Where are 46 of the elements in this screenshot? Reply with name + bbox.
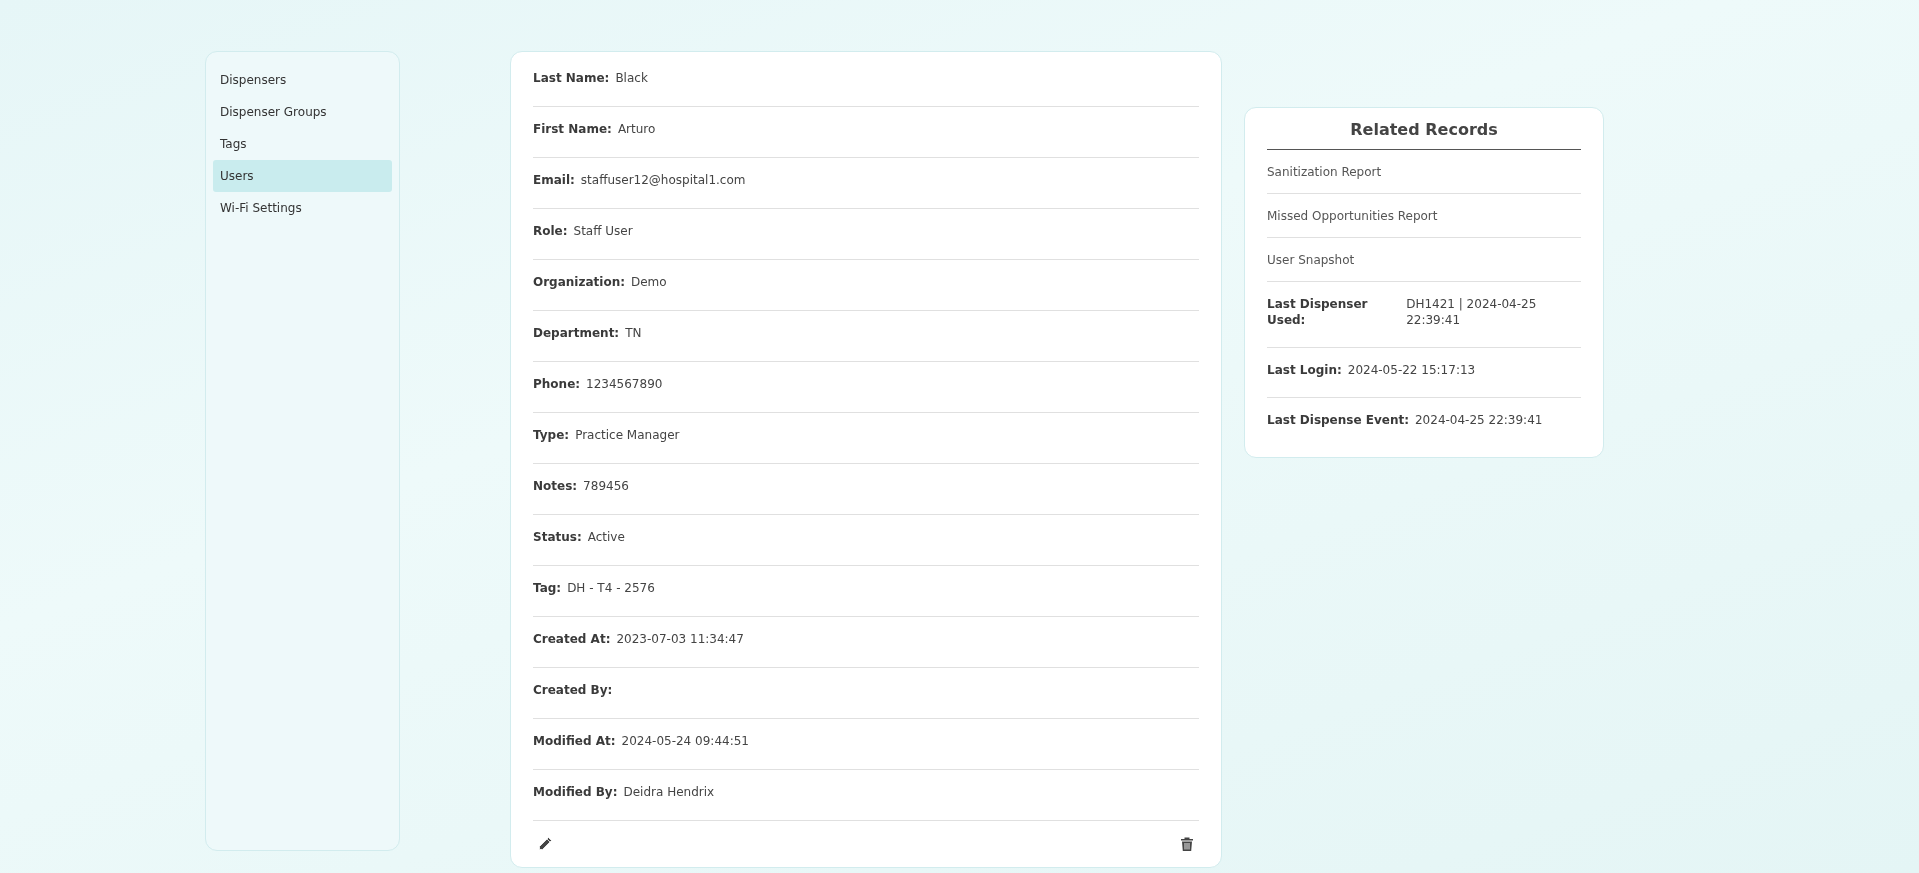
field-label: First Name: (533, 121, 612, 137)
field-value: 2024-04-25 22:39:41 (1415, 412, 1543, 428)
field-value: Demo (631, 274, 667, 290)
pencil-icon[interactable] (537, 836, 553, 852)
field-value: DH1421 | 2024-04-25 22:39:41 (1406, 296, 1538, 328)
field-value: Arturo (617, 121, 656, 137)
field-value: Deidra Hendrix (623, 784, 715, 800)
field-value: 1234567890 (586, 376, 663, 392)
field-value: Active (587, 529, 625, 545)
field-label: Created By: (533, 682, 613, 698)
field-label: Phone: (533, 376, 581, 392)
report-link[interactable]: Sanitization Report (1267, 150, 1581, 194)
sidebar-item[interactable]: Wi-Fi Settings (213, 192, 392, 224)
field-value: 789456 (583, 478, 629, 494)
report-link[interactable]: Missed Opportunities Report (1267, 194, 1581, 238)
field-value: staffuser12@hospital1.com (580, 172, 746, 188)
panel-title: Related Records (1267, 120, 1581, 150)
field-label: Notes: (533, 478, 578, 494)
field-value: Practice Manager (575, 427, 680, 443)
field-value: 2024-05-24 09:44:51 (621, 733, 749, 749)
field-label: Role: (533, 223, 568, 239)
field-value: Black (615, 70, 648, 86)
field-value: Staff User (573, 223, 633, 239)
field-label: Last Login: (1267, 362, 1342, 378)
field-label: Modified At: (533, 733, 616, 749)
sidebar-item[interactable]: Tags (213, 128, 392, 160)
sidebar-item[interactable]: Users (213, 160, 392, 192)
field-label: Email: (533, 172, 575, 188)
field-label: Organization: (533, 274, 625, 290)
field-label: Department: (533, 325, 620, 341)
field-label: Type: (533, 427, 570, 443)
field-value: DH - T4 - 2576 (567, 580, 655, 596)
field-label: Modified By: (533, 784, 618, 800)
sidebar-item[interactable]: Dispenser Groups (213, 96, 392, 128)
field-label: Last Dispense Event: (1267, 412, 1409, 428)
field-label: Status: (533, 529, 582, 545)
trash-icon[interactable] (1179, 836, 1195, 852)
field-label: Last Name: (533, 70, 610, 86)
field-value: 2024-05-22 15:17:13 (1347, 362, 1476, 378)
field-label: Tag: (533, 580, 562, 596)
field-label: Last Dispenser Used: (1267, 296, 1369, 328)
field-value: TN (625, 325, 642, 341)
field-label: Created At: (533, 631, 611, 647)
report-link[interactable]: User Snapshot (1267, 238, 1581, 282)
field-value: 2023-07-03 11:34:47 (616, 631, 744, 647)
sidebar-item[interactable]: Dispensers (213, 64, 392, 96)
